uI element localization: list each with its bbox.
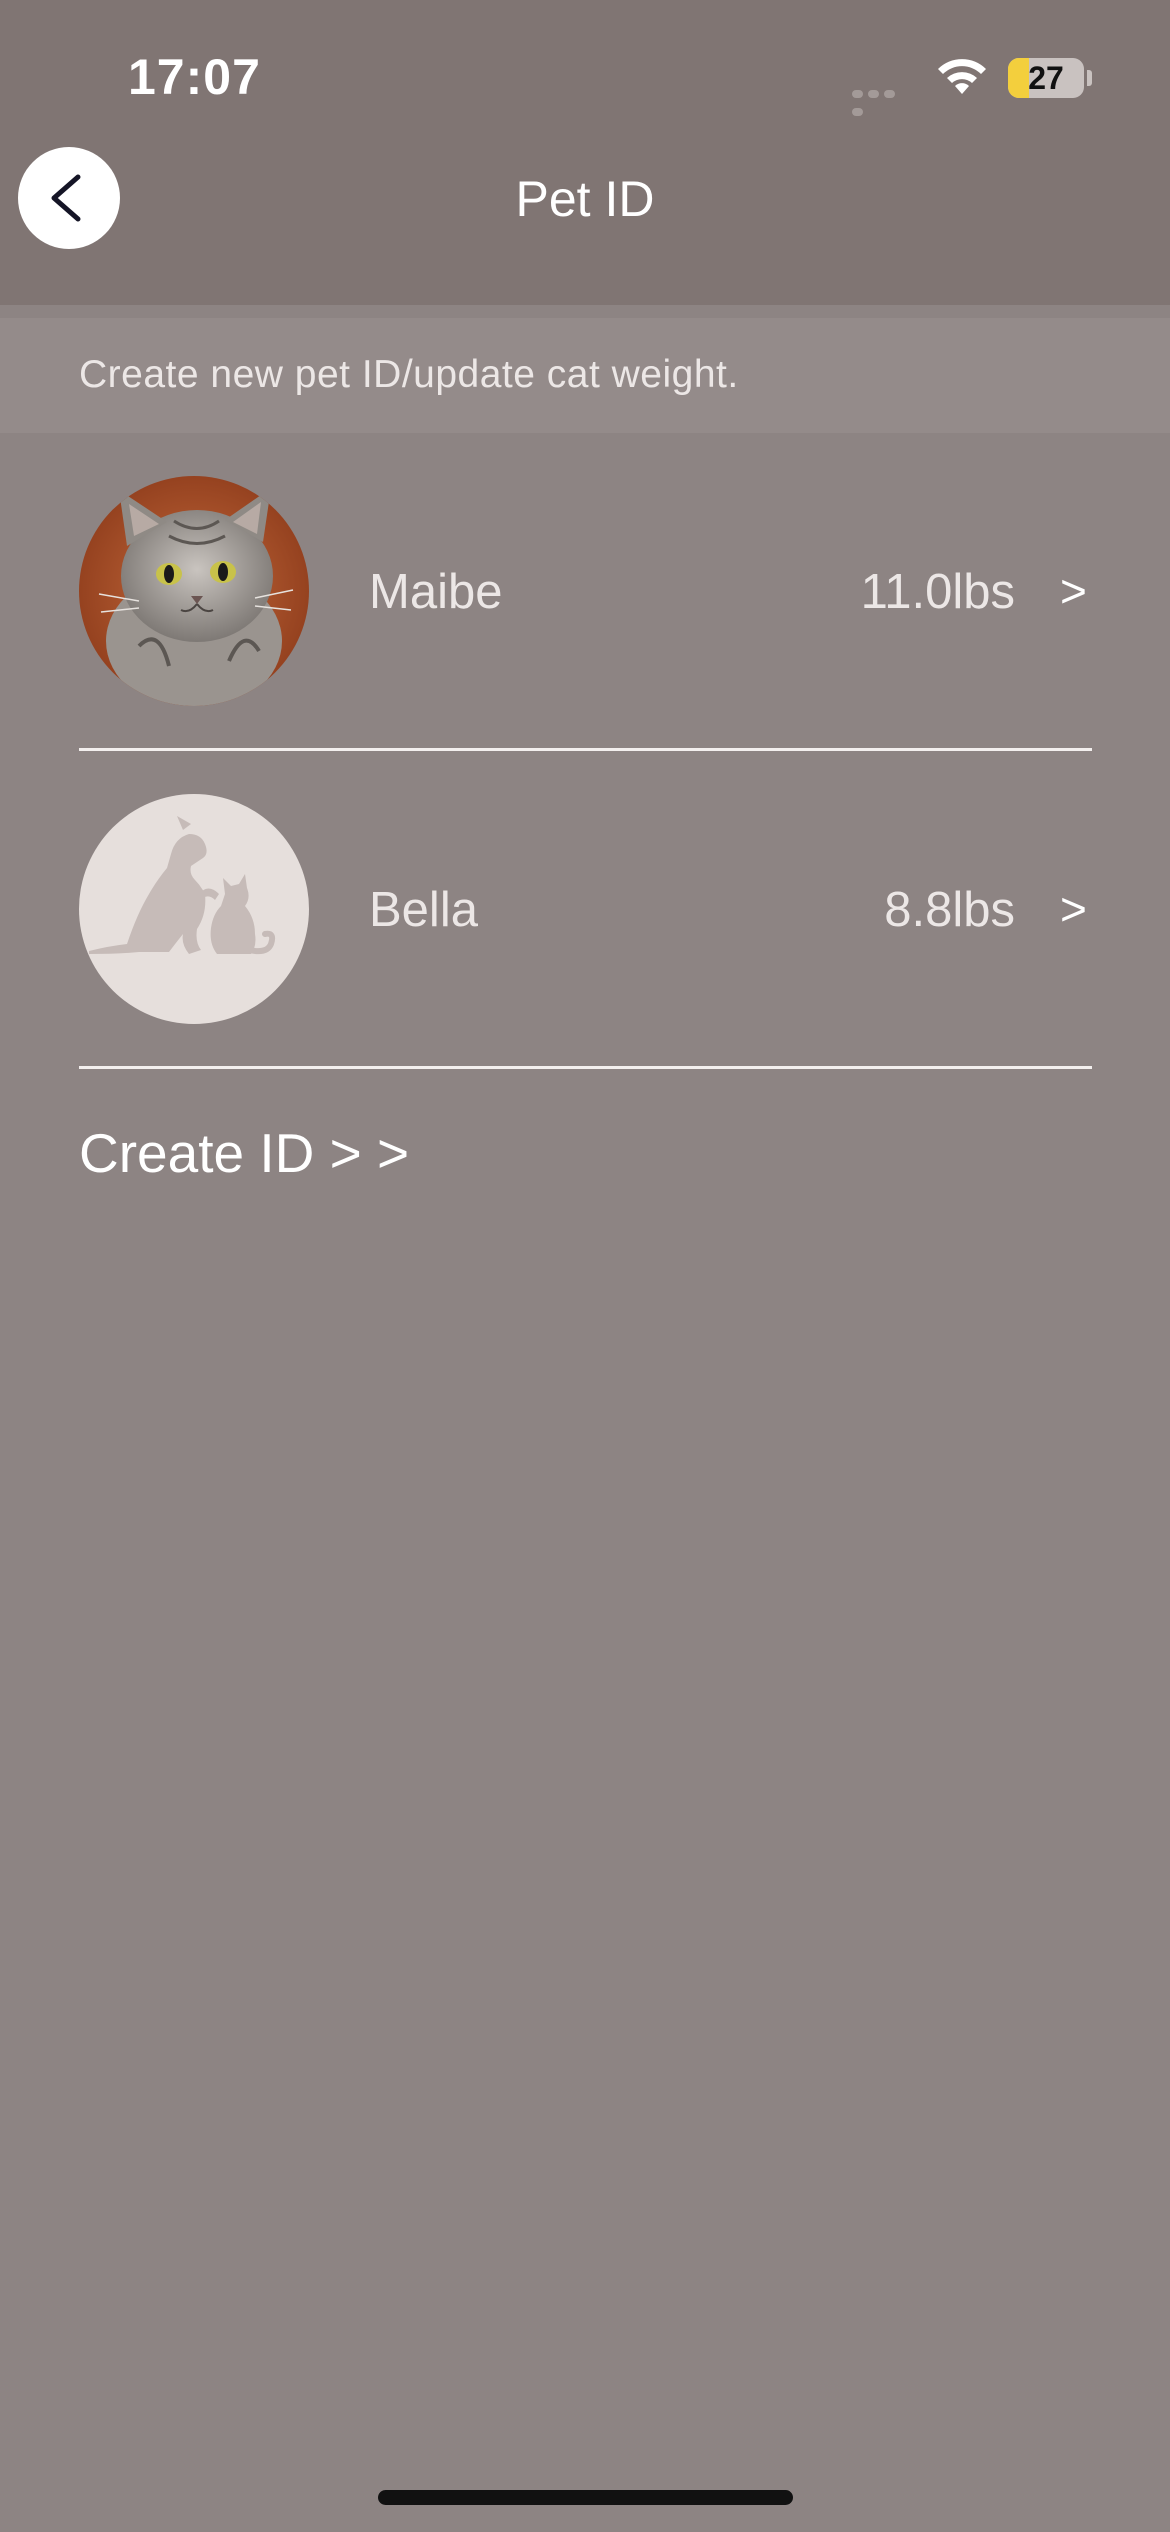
create-id-link[interactable]: Create ID > >: [79, 1121, 409, 1185]
divider: [79, 1066, 1092, 1069]
cat-photo: [79, 476, 309, 706]
pet-name: Bella: [369, 883, 478, 937]
status-time: 17:07: [128, 49, 261, 105]
info-text: Create new pet ID/update cat weight.: [79, 353, 739, 396]
chevron-right-icon: >: [1060, 883, 1087, 935]
pet-name: Maibe: [369, 565, 503, 619]
battery-icon: 27: [1008, 58, 1084, 98]
battery-nub: [1087, 70, 1092, 86]
divider: [79, 748, 1092, 751]
dog-and-cat-silhouette-icon: [89, 816, 276, 955]
pet-row-maibe[interactable]: Maibe 11.0lbs >: [0, 476, 1170, 736]
battery-level: 27: [1028, 60, 1064, 96]
pet-weight: 11.0lbs: [860, 565, 1015, 619]
home-indicator[interactable]: [378, 2490, 793, 2505]
cellular-signal-icon: [852, 85, 914, 116]
pet-row-bella[interactable]: Bella 8.8lbs >: [0, 794, 1170, 1054]
pet-weight: 8.8lbs: [884, 883, 1015, 937]
pet-avatar-photo: [79, 476, 309, 706]
app-header: 17:07 27 Pet ID: [0, 0, 1170, 305]
page-title: Pet ID: [515, 171, 655, 227]
pet-avatar-placeholder: [79, 794, 309, 1024]
info-banner: Create new pet ID/update cat weight.: [0, 318, 1170, 433]
wifi-icon: [938, 59, 986, 94]
chevron-right-icon: >: [1060, 565, 1087, 617]
